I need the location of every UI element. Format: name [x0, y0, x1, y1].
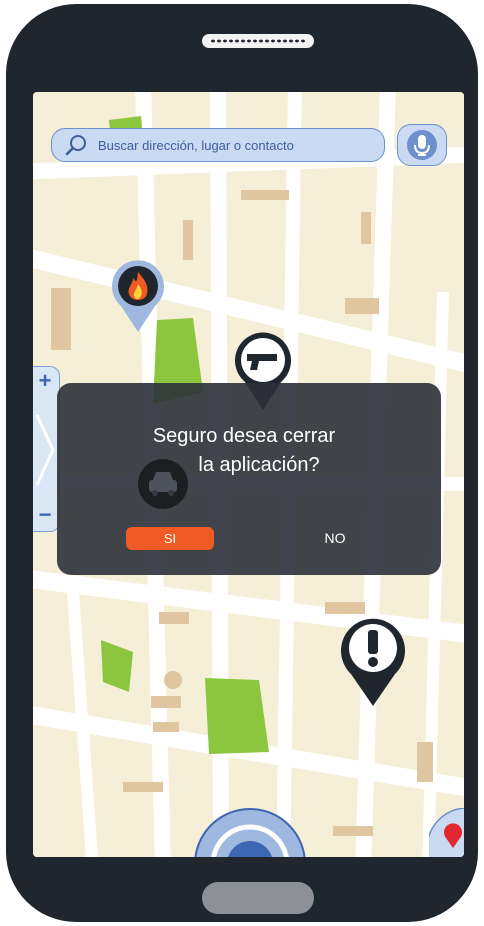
search-bar[interactable]: Buscar dirección, lugar o contacto — [51, 128, 385, 162]
chevron-right-icon[interactable] — [33, 405, 57, 495]
dialog-message-line2: la aplicación? — [198, 454, 320, 476]
location-pin-icon[interactable] — [429, 808, 464, 857]
zoom-controls: + − — [33, 366, 60, 532]
home-button[interactable] — [202, 882, 314, 914]
zoom-out-button[interactable]: − — [35, 503, 55, 527]
microphone-icon — [407, 130, 437, 160]
no-button[interactable]: NO — [313, 527, 357, 550]
confirm-exit-dialog: Seguro desea cerrar la aplicación? SI NO — [57, 383, 441, 575]
navigation-button[interactable] — [193, 804, 307, 857]
yes-button[interactable]: SI — [126, 527, 214, 550]
mic-button[interactable] — [397, 124, 447, 166]
dialog-message-line1: Seguro desea cerrar — [152, 425, 336, 447]
app-screen: Buscar dirección, lugar o contacto + − S… — [33, 92, 464, 857]
exclamation-marker-icon[interactable] — [337, 616, 409, 708]
search-icon — [65, 135, 86, 156]
fire-marker-icon[interactable] — [109, 260, 167, 334]
search-placeholder: Buscar dirección, lugar o contacto — [98, 137, 294, 153]
speaker-grille — [202, 34, 314, 48]
zoom-in-button[interactable]: + — [35, 369, 55, 393]
